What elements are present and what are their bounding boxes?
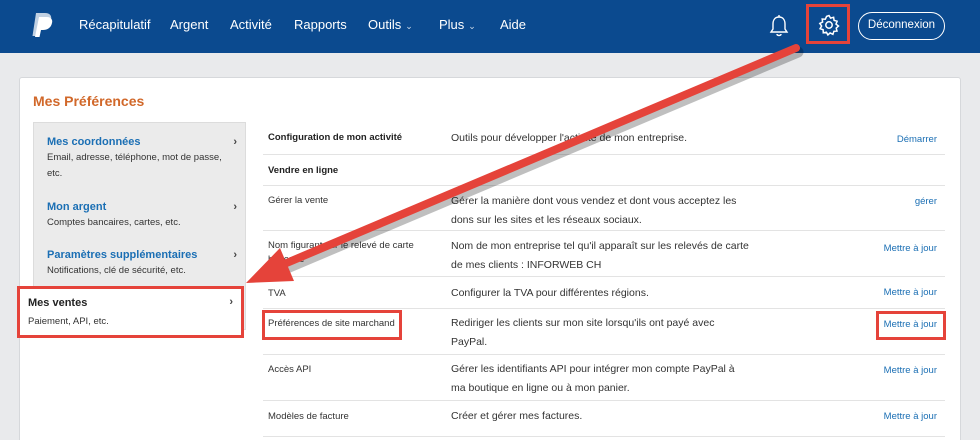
nav-item-label: Plus <box>439 17 465 32</box>
sidebar-item-mon-argent[interactable]: Mon argent Comptes bancaires, cartes, et… <box>34 191 245 235</box>
sidebar-item-title: Mes ventes <box>28 297 88 309</box>
chevron-right-icon: › <box>229 296 233 308</box>
nav-item-plus[interactable]: Plus ⌄ <box>439 17 476 32</box>
update-link[interactable]: Mettre à jour <box>884 243 937 254</box>
table-row: Nom figurant sur le relevé de carte banc… <box>263 231 945 277</box>
paypal-logo-icon[interactable] <box>30 12 54 38</box>
row-description: Gérer les identifiants API pour intégrer… <box>451 363 735 394</box>
sidebar-item-mes-ventes[interactable]: Mes ventes Paiement, API, etc. › <box>17 286 244 338</box>
chevron-down-icon: ⌄ <box>468 21 476 31</box>
nav-item-label: Activité <box>230 17 272 32</box>
nav-item-label: Outils <box>368 17 402 32</box>
row-name: Gérer la vente <box>268 195 329 206</box>
page-title: Mes Préférences <box>33 93 145 109</box>
sidebar-item-subtitle: Paiement, API, etc. <box>28 316 109 327</box>
bell-icon[interactable] <box>768 14 790 38</box>
row-name: Accès API <box>268 364 312 375</box>
chevron-right-icon: › <box>233 201 237 213</box>
nav-item-label: Rapports <box>294 17 347 32</box>
sidebar-item-title: Mes coordonnées <box>47 136 141 148</box>
row-name: TVA <box>268 288 286 299</box>
chevron-right-icon: › <box>233 136 237 148</box>
top-navigation-bar: Récapitulatif Argent Activité Rapports O… <box>0 0 980 53</box>
manage-link[interactable]: gérer <box>915 196 937 207</box>
update-link[interactable]: Mettre à jour <box>884 287 937 298</box>
table-row: Gérer la vente Gérer la manière dont vou… <box>263 186 945 231</box>
sidebar-item-subtitle: Notifications, clé de sécurité, etc. <box>47 265 186 276</box>
nav-item-label: Aide <box>500 17 527 32</box>
table-row: TVA Configurer la TVA pour différentes r… <box>263 277 945 309</box>
sidebar-item-title: Paramètres supplémentaires <box>47 249 198 261</box>
nav-item-aide[interactable]: Aide <box>500 17 526 32</box>
highlight-update-link <box>876 311 946 340</box>
table-row: Accès API Gérer les identifiants API pou… <box>263 355 945 401</box>
nav-item-argent[interactable]: Argent <box>170 17 208 32</box>
start-link[interactable]: Démarrer <box>897 134 937 145</box>
sidebar-item-parametres[interactable]: Paramètres supplémentaires Notifications… <box>34 239 245 283</box>
sidebar-item-coordonnees[interactable]: Mes coordonnées Email, adresse, téléphon… <box>34 123 245 179</box>
table-row: Configuration de mon activité Outils pou… <box>263 125 945 155</box>
sidebar-item-subtitle: Email, adresse, téléphone, mot de passe,… <box>47 152 222 179</box>
update-link[interactable]: Mettre à jour <box>884 411 937 422</box>
logout-button[interactable]: Déconnexion <box>858 12 945 40</box>
nav-item-recapitulatif[interactable]: Récapitulatif <box>79 17 151 32</box>
chevron-right-icon: › <box>233 249 237 261</box>
gear-icon <box>818 14 840 37</box>
highlight-merchant-preferences <box>262 310 402 340</box>
row-name: Modèles de facture <box>268 411 349 422</box>
chevron-down-icon: ⌄ <box>405 21 413 31</box>
sidebar-item-title: Mon argent <box>47 201 107 213</box>
table-row: Modèles de facture Créer et gérer mes fa… <box>263 401 945 437</box>
nav-item-rapports[interactable]: Rapports <box>294 17 347 32</box>
row-name: Nom figurant sur le relevé de carte banc… <box>268 240 414 265</box>
settings-button[interactable] <box>806 4 850 44</box>
row-description: Outils pour développer l'activité de mon… <box>451 132 688 144</box>
update-link[interactable]: Mettre à jour <box>884 365 937 376</box>
row-name: Configuration de mon activité <box>268 132 403 143</box>
row-description: Rediriger les clients sur mon site lorsq… <box>451 317 715 348</box>
section-header-row: Vendre en ligne <box>263 155 945 186</box>
row-description: Créer et gérer mes factures. <box>451 410 583 422</box>
nav-item-outils[interactable]: Outils ⌄ <box>368 17 413 32</box>
nav-item-label: Argent <box>170 17 209 32</box>
sidebar-item-subtitle: Comptes bancaires, cartes, etc. <box>47 217 181 228</box>
nav-item-activite[interactable]: Activité <box>230 17 272 32</box>
section-title: Vendre en ligne <box>268 165 339 176</box>
row-description: Gérer la manière dont vous vendez et don… <box>451 195 737 226</box>
row-description: Nom de mon entreprise tel qu'il apparaît… <box>451 240 749 271</box>
row-description: Configurer la TVA pour différentes régio… <box>451 287 649 299</box>
nav-item-label: Récapitulatif <box>79 17 151 32</box>
